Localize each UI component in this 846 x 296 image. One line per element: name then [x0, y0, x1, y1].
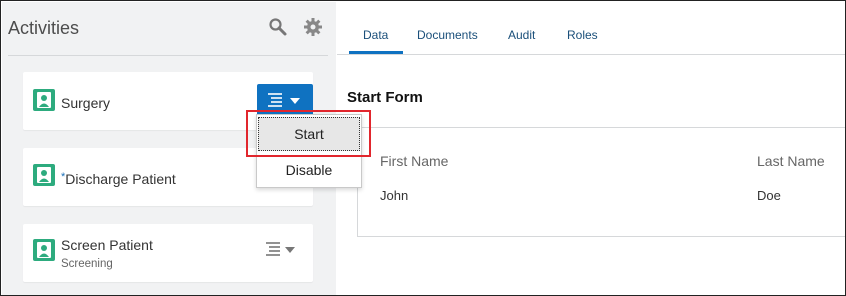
- activity-label: Surgery: [61, 95, 111, 111]
- activity-label: Screen Patient: [61, 237, 153, 253]
- start-form: [357, 127, 845, 237]
- panel-title: Activities: [8, 18, 80, 38]
- gear-icon[interactable]: [303, 17, 323, 37]
- activity-person-icon: [33, 164, 55, 186]
- active-tab-indicator: [349, 51, 403, 54]
- tab-data[interactable]: Data: [363, 28, 388, 42]
- tab-roles[interactable]: Roles: [567, 28, 598, 42]
- activity-subtitle: Screening: [61, 258, 113, 270]
- activity-menu-button[interactable]: [257, 84, 313, 116]
- form-title: Start Form: [347, 89, 423, 106]
- menu-item-disable[interactable]: Disable: [257, 152, 361, 188]
- last-name-label: Last Name: [757, 153, 825, 169]
- first-name-value: John: [380, 188, 409, 203]
- activities-header: Activities: [2, 2, 336, 56]
- search-icon[interactable]: [268, 17, 288, 37]
- tab-documents[interactable]: Documents: [417, 28, 478, 42]
- activity-label: Discharge Patient: [65, 171, 176, 187]
- header-divider: [8, 55, 328, 56]
- app-window: Activities Surgery *Discharge Patient Sc…: [0, 0, 846, 296]
- activity-menu-button[interactable]: [263, 237, 303, 263]
- tab-audit[interactable]: Audit: [508, 28, 535, 42]
- activity-action-menu: Start Disable: [256, 114, 362, 188]
- first-name-label: First Name: [380, 153, 449, 169]
- activity-label-container: *Discharge Patient: [61, 171, 176, 187]
- activity-person-icon: [33, 89, 55, 111]
- menu-item-start[interactable]: Start: [258, 117, 360, 151]
- last-name-value: Doe: [757, 188, 781, 203]
- activity-person-icon: [33, 239, 55, 261]
- activity-card-screen-patient[interactable]: Screen Patient Screening: [23, 224, 313, 282]
